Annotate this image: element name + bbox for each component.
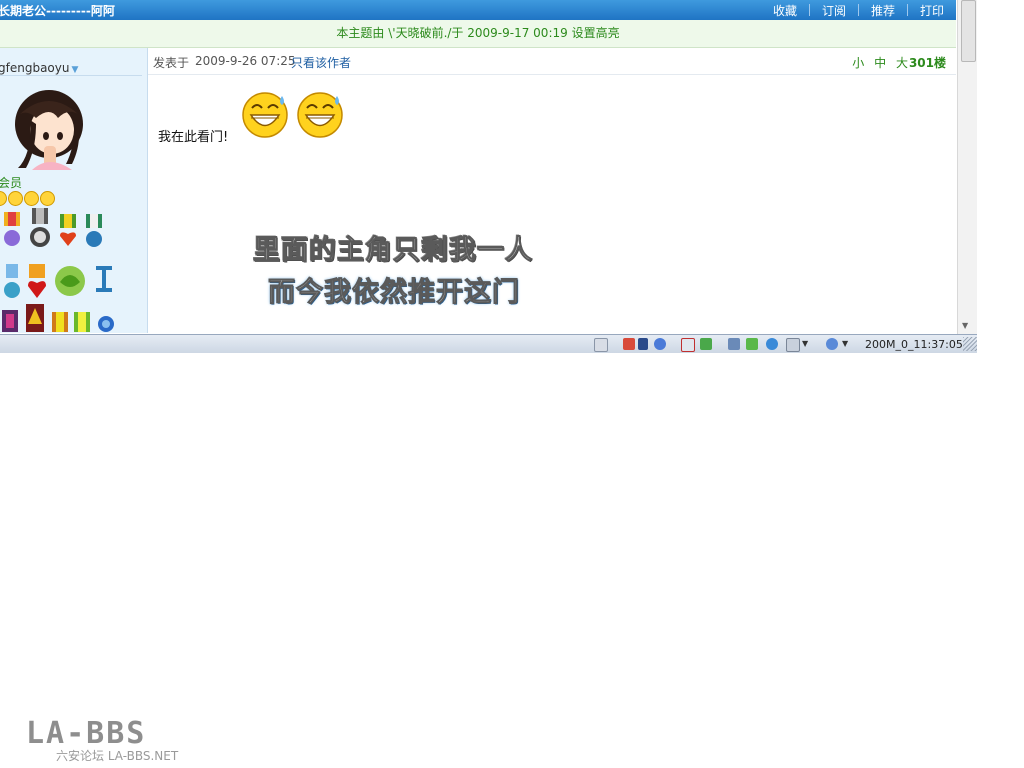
medal-icon[interactable] <box>28 208 52 248</box>
close-tab-icon[interactable] <box>681 338 695 352</box>
posted-label: 发表于 <box>153 56 190 70</box>
medal-icon[interactable] <box>94 266 114 298</box>
divider <box>0 75 142 76</box>
medal-icon[interactable] <box>50 312 70 332</box>
vertical-scrollbar[interactable]: ▼ <box>957 0 977 334</box>
browser-window: 长期老公---------阿阿 收藏 订阅 推荐 打印 本主题由 \'天晓破前.… <box>0 0 977 353</box>
smiley-icon <box>40 191 55 206</box>
medal-icon[interactable] <box>24 304 46 332</box>
smiley-icon <box>8 191 23 206</box>
status-clock: 200M_0_11:37:05 <box>865 338 963 351</box>
medal-icon[interactable] <box>2 264 22 300</box>
thread-title-bar: 长期老公---------阿阿 收藏 订阅 推荐 打印 <box>0 0 956 20</box>
font-size-medium[interactable]: 中 <box>874 56 886 70</box>
thread-actions: 收藏 订阅 推荐 打印 <box>761 0 956 20</box>
thread-title: 长期老公---------阿阿 <box>0 4 115 18</box>
posted-time: 2009-9-26 07:25 <box>195 54 296 68</box>
recommend-button[interactable]: 推荐 <box>859 2 907 19</box>
page-icon[interactable] <box>594 338 608 352</box>
ie-icon[interactable] <box>766 338 778 350</box>
print-button[interactable]: 打印 <box>908 2 956 19</box>
laughing-sweat-emoji <box>242 92 288 138</box>
medal-icon[interactable] <box>0 310 20 332</box>
avatar[interactable] <box>6 84 92 172</box>
check-icon[interactable] <box>746 338 758 350</box>
dropdown-arrow-icon[interactable] <box>638 338 648 350</box>
favorite-button[interactable]: 收藏 <box>761 2 809 19</box>
zoom-icon[interactable] <box>826 338 838 350</box>
only-author-link[interactable]: 只看该作者 <box>291 54 351 71</box>
smiley-icon <box>24 191 39 206</box>
watermark: LA-BBS 六安论坛 LA-BBS.NET <box>26 716 206 764</box>
rank-stars <box>0 191 55 206</box>
smiley-icon <box>0 191 7 206</box>
copy-icon[interactable] <box>786 338 800 352</box>
font-size-switcher: 小 中 大 <box>846 54 908 71</box>
medal-icon[interactable] <box>84 214 104 248</box>
scroll-thumb[interactable] <box>961 0 976 62</box>
font-size-large[interactable]: 大 <box>896 56 908 70</box>
highlight-notice: 本主题由 \'天晓破前./于 2009-9-17 00:19 设置高亮 <box>0 20 956 48</box>
medal-icon[interactable] <box>58 214 78 248</box>
floor-number[interactable]: 301楼 <box>909 54 946 71</box>
post-content-area: 发表于 2009-9-26 07:25 只看该作者 小 中 大 301楼 我在此… <box>148 48 956 333</box>
globe-icon[interactable] <box>654 338 666 350</box>
lyric-line-1: 里面的主角只剩我一人 <box>253 235 533 267</box>
lyric-line-2: 而今我依然推开这门 <box>268 277 520 309</box>
browser-status-bar: ▼ ▼ 200M_0_11:37:05 <box>0 334 977 353</box>
medal-icon[interactable] <box>52 264 88 298</box>
medal-icon[interactable] <box>96 314 116 332</box>
medal-icon[interactable] <box>2 212 22 248</box>
chevron-down-icon[interactable]: ▼ <box>71 65 78 75</box>
username[interactable]: gfengbaoyu <box>0 61 69 75</box>
watermark-logo: LA-BBS <box>26 716 147 751</box>
medal-icon[interactable] <box>72 312 92 332</box>
tool-icon[interactable] <box>728 338 740 350</box>
resize-grip[interactable] <box>963 337 977 351</box>
post-header: 发表于 2009-9-26 07:25 只看该作者 小 中 大 301楼 <box>148 48 956 75</box>
member-level: 会员 <box>0 176 23 190</box>
medal-icon[interactable] <box>26 264 48 300</box>
username-menu[interactable]: gfengbaoyu ▼ <box>0 61 78 75</box>
chevron-down-icon[interactable]: ▼ <box>842 338 850 350</box>
new-window-icon[interactable] <box>700 338 712 350</box>
subscribe-button[interactable]: 订阅 <box>810 2 858 19</box>
user-sidebar: gfengbaoyu ▼ 会员 <box>0 48 148 333</box>
post-text: 我在此看门! <box>158 130 229 145</box>
scroll-down-icon[interactable]: ▼ <box>962 321 968 330</box>
chevron-down-icon[interactable]: ▼ <box>802 338 810 350</box>
watermark-subtitle: 六安论坛 LA-BBS.NET <box>56 749 179 763</box>
font-size-small[interactable]: 小 <box>852 56 864 70</box>
laughing-sweat-emoji <box>297 92 343 138</box>
popup-blocker-icon[interactable] <box>623 338 635 350</box>
